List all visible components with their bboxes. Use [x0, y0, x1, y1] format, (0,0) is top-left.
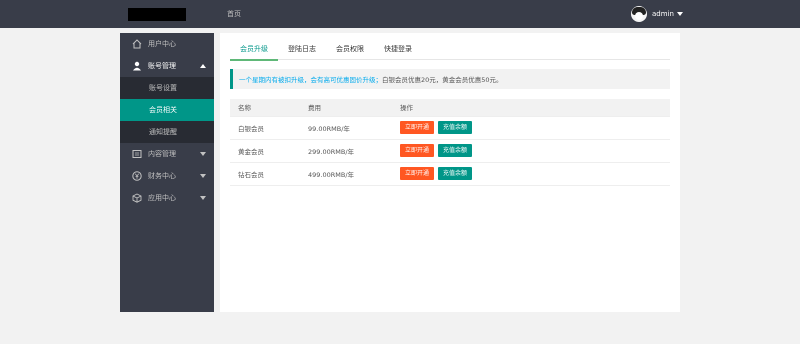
tab-login-log[interactable]: 登陆日志 — [278, 41, 326, 59]
member-name: 黄金会员 — [230, 139, 300, 163]
member-name: 白银会员 — [230, 116, 300, 140]
sidebar-subitem-notifications[interactable]: 通知提醒 — [120, 121, 214, 143]
avatar — [631, 6, 647, 22]
sidebar-item-user-center[interactable]: 用户中心 — [120, 33, 214, 55]
chevron-down-icon — [200, 196, 206, 200]
table-row: 白银会员 99.00RMB/年 立即开通 充值余额 — [230, 116, 670, 140]
tab-quick-login[interactable]: 快捷登录 — [374, 41, 422, 59]
list-icon — [132, 149, 142, 159]
sidebar-item-content[interactable]: 内容管理 — [120, 143, 214, 165]
table-row: 钻石会员 499.00RMB/年 立即开通 充值余额 — [230, 162, 670, 186]
table-row: 黄金会员 299.00RMB/年 立即开通 充值余额 — [230, 139, 670, 163]
user-icon — [132, 61, 142, 71]
sidebar-item-label: 账号管理 — [148, 62, 176, 70]
sidebar-item-label: 应用中心 — [148, 194, 176, 202]
member-fee: 499.00RMB/年 — [300, 162, 392, 186]
notice-link[interactable]: 一个星期内有被扣升级，会有高可优惠固价升级； — [239, 74, 382, 84]
caret-down-icon — [676, 12, 683, 16]
tab-bar: 会员升级 登陆日志 会员权限 快捷登录 — [230, 41, 670, 61]
nav-home-link[interactable]: 首页 — [227, 9, 241, 19]
open-now-button[interactable]: 立即开通 — [400, 121, 435, 134]
table-header-row: 名称 费用 操作 — [230, 99, 670, 117]
member-fee: 99.00RMB/年 — [300, 116, 392, 140]
open-now-button[interactable]: 立即开通 — [400, 144, 435, 157]
sidebar: 用户中心 账号管理 账号设置 会员相关 通知提醒 内容管理 财务中心 应用中心 — [120, 33, 214, 312]
membership-table: 名称 费用 操作 白银会员 99.00RMB/年 立即开通 充值余额 黄金会员 2… — [230, 99, 670, 186]
sidebar-item-finance[interactable]: 财务中心 — [120, 165, 214, 187]
member-name: 钻石会员 — [230, 162, 300, 186]
sidebar-item-apps[interactable]: 应用中心 — [120, 187, 214, 209]
sidebar-item-account[interactable]: 账号管理 — [120, 55, 214, 77]
row-actions: 立即开通 充值余额 — [392, 116, 670, 140]
logo[interactable] — [128, 8, 186, 21]
chevron-up-icon — [200, 64, 206, 68]
sidebar-item-label: 用户中心 — [148, 40, 176, 48]
tab-member-permissions[interactable]: 会员权限 — [326, 41, 374, 59]
sidebar-subitem-account-settings[interactable]: 账号设置 — [120, 77, 214, 99]
home-icon — [132, 39, 142, 49]
column-header-fee: 费用 — [300, 99, 392, 117]
yen-icon — [132, 171, 142, 181]
username: admin — [652, 10, 674, 18]
chevron-down-icon — [200, 174, 206, 178]
row-actions: 立即开通 充值余额 — [392, 139, 670, 163]
main-panel: 会员升级 登陆日志 会员权限 快捷登录 一个星期内有被扣升级，会有高可优惠固价升… — [220, 33, 680, 312]
sidebar-item-label: 财务中心 — [148, 172, 176, 180]
tab-membership-upgrade[interactable]: 会员升级 — [230, 41, 278, 61]
sidebar-subitem-membership[interactable]: 会员相关 — [120, 99, 214, 121]
chevron-down-icon — [200, 152, 206, 156]
row-actions: 立即开通 充值余额 — [392, 162, 670, 186]
user-menu[interactable]: admin — [631, 6, 683, 22]
open-now-button[interactable]: 立即开通 — [400, 167, 435, 180]
column-header-action: 操作 — [392, 99, 670, 117]
notice-text: 白银会员优惠20元，黄金会员优惠50元。 — [382, 76, 503, 84]
column-header-name: 名称 — [230, 99, 300, 117]
top-bar: 首页 admin — [0, 0, 800, 28]
recharge-button[interactable]: 充值余额 — [438, 144, 473, 157]
recharge-button[interactable]: 充值余额 — [438, 121, 473, 134]
member-fee: 299.00RMB/年 — [300, 139, 392, 163]
cube-icon — [132, 193, 142, 203]
notice-box: 一个星期内有被扣升级，会有高可优惠固价升级； 白银会员优惠20元，黄金会员优惠5… — [230, 69, 670, 89]
sidebar-item-label: 内容管理 — [148, 150, 176, 158]
recharge-button[interactable]: 充值余额 — [438, 167, 473, 180]
